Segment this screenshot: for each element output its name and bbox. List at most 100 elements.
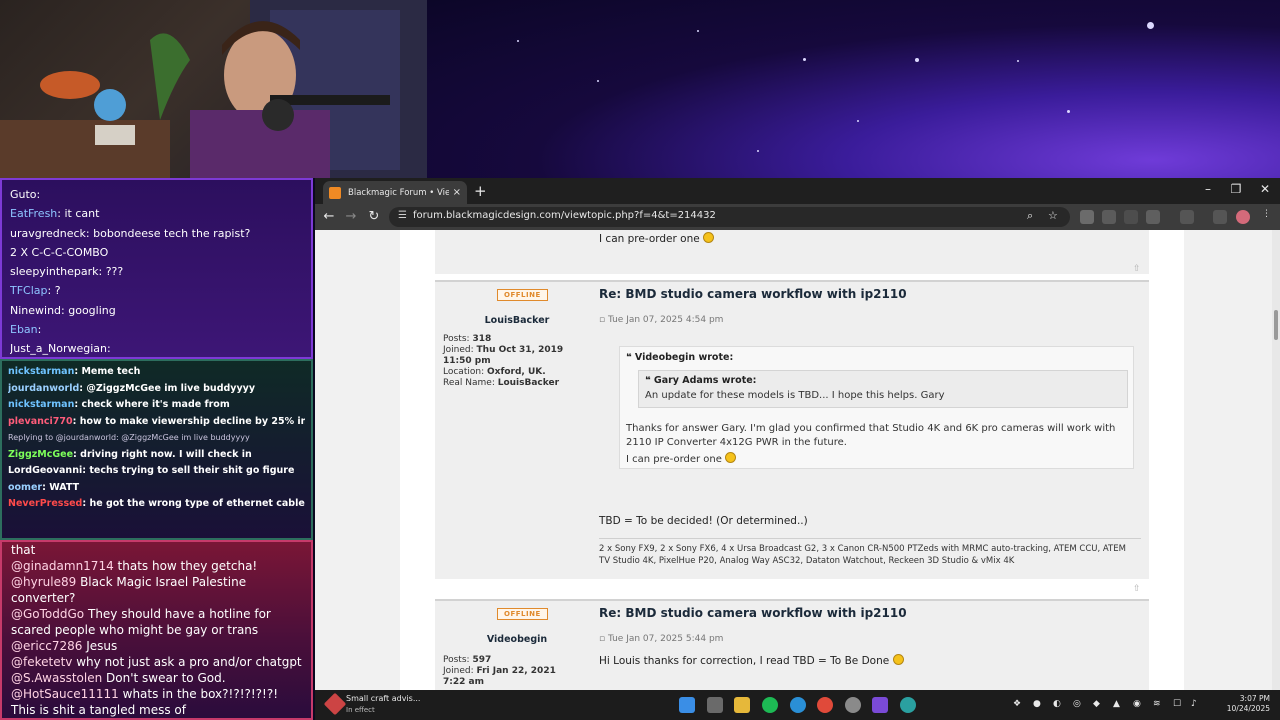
maximize-icon[interactable]: ❐ <box>1226 182 1246 196</box>
system-clock[interactable]: 3:07 PM 10/24/2025 <box>1227 694 1270 714</box>
site-info-icon[interactable]: ☰ <box>398 210 407 221</box>
chat-username[interactable]: @HotSauce11111 <box>11 687 119 701</box>
extension-icon[interactable] <box>1102 210 1116 224</box>
chat-username[interactable]: Just_a_Norwegian <box>10 342 107 355</box>
app-icon[interactable] <box>845 697 861 713</box>
chat-username[interactable]: nickstarman <box>8 399 74 410</box>
extensions-puzzle-icon[interactable] <box>1146 210 1160 224</box>
zoom-icon[interactable]: ⌕ <box>1027 209 1033 223</box>
forward-icon[interactable]: → <box>343 209 359 224</box>
chat-username[interactable]: @hyrule89 <box>11 575 76 589</box>
chat-username[interactable]: NeverPressed <box>8 498 82 509</box>
tray-icon[interactable]: ● <box>1033 699 1041 709</box>
post-title[interactable]: Re: BMD studio camera workflow with ip21… <box>599 287 907 301</box>
back-to-top-icon[interactable]: ⇧ <box>1133 584 1141 594</box>
page-scrollbar[interactable] <box>1272 230 1280 690</box>
chat-text: This is shit a tangled mess of <box>11 703 187 717</box>
cool-emoji-icon <box>703 232 715 243</box>
chat-text: Jesus <box>86 639 118 653</box>
tray-icon[interactable]: ◎ <box>1073 699 1081 709</box>
chat-message: @GoToddGo They should have a hotline for… <box>11 606 302 638</box>
chat-message: @feketetv why not just ask a pro and/or … <box>11 654 302 670</box>
chat-username[interactable]: @ginadamn1714 <box>11 559 114 573</box>
weather-title[interactable]: Small craft advis... <box>346 694 420 703</box>
back-to-top-icon[interactable]: ⇧ <box>1133 264 1141 274</box>
tray-icon[interactable]: ◆ <box>1093 699 1100 709</box>
chat-text: thats how they getcha! <box>117 559 258 573</box>
chat-username[interactable]: uravgredneck <box>10 227 86 240</box>
star <box>1147 22 1154 29</box>
chat-text: bobondeese tech the rapist? <box>93 226 251 240</box>
chat-username[interactable]: Ninewind <box>10 304 61 317</box>
tray-icon[interactable]: ◉ <box>1133 699 1141 709</box>
chat-username[interactable]: EatFresh <box>10 207 57 220</box>
star <box>857 120 859 122</box>
chat-username[interactable]: plevanci770 <box>8 416 73 427</box>
chat-username[interactable]: jourdanworld <box>8 383 79 394</box>
chat-separator: : <box>72 415 80 427</box>
minimize-icon[interactable]: – <box>1198 182 1218 196</box>
post-author[interactable]: LouisBacker <box>457 315 577 326</box>
chat-message: Eban: <box>10 320 303 339</box>
reload-icon[interactable]: ↻ <box>366 209 382 224</box>
app-icon[interactable] <box>900 697 916 713</box>
chat-username[interactable]: nickstarman <box>8 366 74 377</box>
chat-text: he got the wrong type of ethernet cable … <box>89 498 305 509</box>
star <box>517 40 519 42</box>
chat-username[interactable]: @ericc7286 <box>11 639 82 653</box>
chat-message: @S.Awasstolen Don't swear to God. <box>11 670 302 686</box>
chat-username[interactable]: @feketetv <box>11 655 72 669</box>
chrome-icon[interactable] <box>817 697 833 713</box>
tray-icon[interactable]: ▲ <box>1113 699 1120 709</box>
volume-icon[interactable]: ♪ <box>1191 699 1197 709</box>
chat-username[interactable]: ZiggzMcGee <box>8 449 73 460</box>
chat-username[interactable]: Guto <box>10 188 37 201</box>
offline-badge: OFFLINE <box>497 289 548 301</box>
extension-icon[interactable] <box>1080 210 1094 224</box>
browser-window: Blackmagic Forum • View topic × + – ❐ ✕ … <box>315 178 1280 690</box>
extension-icon[interactable] <box>1124 210 1138 224</box>
profile-avatar-icon[interactable] <box>1236 210 1250 224</box>
chat-username[interactable]: sleepyinthepark <box>10 265 99 278</box>
chat-text: that <box>11 543 36 557</box>
chat-username[interactable]: Eban <box>10 323 38 336</box>
side-panel-icon[interactable] <box>1180 210 1194 224</box>
chat-username[interactable]: @S.Awasstolen <box>11 671 102 685</box>
menu-kebab-icon[interactable]: ⋮ <box>1262 209 1271 219</box>
tray-icon[interactable]: ◐ <box>1053 699 1061 709</box>
chat-username[interactable]: TFClap <box>10 284 48 297</box>
task-view-icon[interactable] <box>707 697 723 713</box>
chat-username[interactable]: 2 X <box>10 246 28 259</box>
chat-username[interactable]: oomer <box>8 482 42 493</box>
chat-username[interactable]: LordGeovanni <box>8 465 82 476</box>
tray-icon[interactable]: ❖ <box>1013 699 1021 709</box>
file-explorer-icon[interactable] <box>734 697 750 713</box>
wifi-icon[interactable]: ≋ <box>1153 699 1161 709</box>
new-tab-icon[interactable]: + <box>474 182 487 200</box>
chat-text: C-C-C-COMBO <box>31 245 109 259</box>
network-icon[interactable]: ☐ <box>1173 699 1181 709</box>
start-windows-icon[interactable] <box>679 697 695 713</box>
star <box>697 30 699 32</box>
previous-post-tail: I can pre-order one ⇧ <box>435 230 1149 274</box>
spotify-icon[interactable] <box>762 697 778 713</box>
weather-warning-icon[interactable] <box>323 692 347 716</box>
edge-icon[interactable] <box>790 697 806 713</box>
offline-badge: OFFLINE <box>497 608 548 620</box>
app-icon[interactable] <box>872 697 888 713</box>
browser-tab[interactable]: Blackmagic Forum • View topic × <box>323 181 467 204</box>
post-author[interactable]: Videobegin <box>457 634 577 645</box>
blackmagic-favicon-icon <box>329 186 341 199</box>
close-window-icon[interactable]: ✕ <box>1255 182 1275 196</box>
back-icon[interactable]: ← <box>321 209 337 224</box>
post-title[interactable]: Re: BMD studio camera workflow with ip21… <box>599 606 907 620</box>
reading-list-icon[interactable] <box>1213 210 1227 224</box>
post-signature: 2 x Sony FX9, 2 x Sony FX6, 4 x Ursa Bro… <box>599 544 1126 566</box>
chat-text: whats in the box?!?!?!?!?! <box>122 687 279 701</box>
address-bar[interactable]: ☰ forum.blackmagicdesign.com/viewtopic.p… <box>389 207 1070 227</box>
chat-username[interactable]: @GoToddGo <box>11 607 84 621</box>
bookmark-star-icon[interactable]: ☆ <box>1048 209 1058 222</box>
chat-text: check where it's made from <box>81 399 230 410</box>
close-tab-icon[interactable]: × <box>453 187 461 198</box>
scrollbar-thumb[interactable] <box>1274 310 1278 340</box>
